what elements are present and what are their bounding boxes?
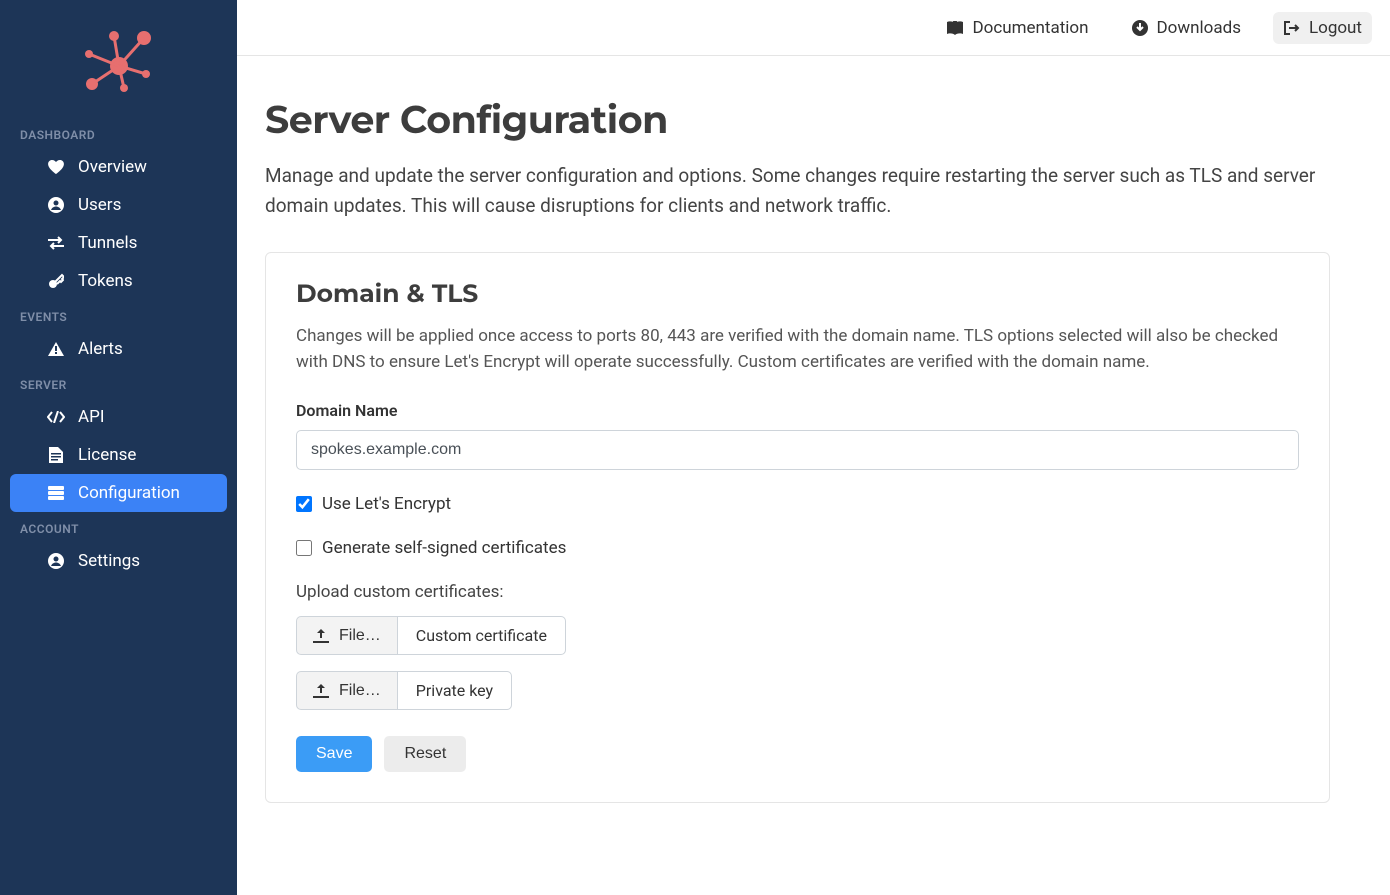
key-file-row: File… Private key <box>296 671 1299 710</box>
server-icon <box>46 486 66 500</box>
lets-encrypt-row: Use Let's Encrypt <box>296 494 1299 514</box>
page-description: Manage and update the server configurati… <box>265 161 1325 222</box>
file-icon <box>46 447 66 463</box>
transfer-icon <box>46 236 66 250</box>
lets-encrypt-label: Use Let's Encrypt <box>322 494 451 514</box>
cert-file-name: Custom certificate <box>397 616 566 655</box>
upload-icon <box>313 629 329 643</box>
key-icon <box>46 273 66 289</box>
sidebar: DASHBOARD Overview Users Tunnels Tokens … <box>0 0 237 895</box>
downloads-label: Downloads <box>1157 18 1241 38</box>
download-icon <box>1131 20 1149 36</box>
sidebar-item-label: Tokens <box>78 271 133 291</box>
sidebar-item-label: API <box>78 407 104 427</box>
sidebar-item-label: Overview <box>78 157 147 177</box>
book-icon <box>946 21 964 35</box>
reset-button[interactable]: Reset <box>384 736 466 772</box>
code-icon <box>46 411 66 423</box>
topbar: Documentation Downloads Logout <box>237 0 1390 56</box>
upload-label: Upload custom certificates: <box>296 582 1299 602</box>
cert-file-row: File… Custom certificate <box>296 616 1299 655</box>
file-button-label: File… <box>339 682 381 700</box>
sidebar-item-license[interactable]: License <box>10 436 227 474</box>
domain-name-label: Domain Name <box>296 401 1299 420</box>
file-button-label: File… <box>339 627 381 645</box>
page-title: Server Configuration <box>265 96 1330 143</box>
domain-tls-card: Domain & TLS Changes will be applied onc… <box>265 252 1330 804</box>
sidebar-item-label: Configuration <box>78 483 180 503</box>
sidebar-item-label: Tunnels <box>78 233 137 253</box>
main: Documentation Downloads Logout Server Co… <box>237 0 1390 895</box>
sidebar-item-label: Settings <box>78 551 140 571</box>
user-circle-icon <box>46 197 66 213</box>
logout-label: Logout <box>1309 18 1362 38</box>
self-signed-checkbox[interactable] <box>296 540 312 556</box>
sidebar-item-tunnels[interactable]: Tunnels <box>10 224 227 262</box>
key-file-button[interactable]: File… <box>296 671 397 710</box>
sidebar-item-label: Users <box>78 195 121 215</box>
sidebar-item-settings[interactable]: Settings <box>10 542 227 580</box>
cert-file-button[interactable]: File… <box>296 616 397 655</box>
downloads-link[interactable]: Downloads <box>1121 12 1251 44</box>
content: Server Configuration Manage and update t… <box>237 56 1390 843</box>
warning-icon <box>46 342 66 356</box>
documentation-link[interactable]: Documentation <box>936 12 1098 44</box>
sidebar-item-alerts[interactable]: Alerts <box>10 330 227 368</box>
sidebar-item-tokens[interactable]: Tokens <box>10 262 227 300</box>
documentation-label: Documentation <box>972 18 1088 38</box>
heartbeat-icon <box>46 160 66 174</box>
save-button[interactable]: Save <box>296 736 372 772</box>
card-description: Changes will be applied once access to p… <box>296 323 1299 376</box>
self-signed-row: Generate self-signed certificates <box>296 538 1299 558</box>
sidebar-item-users[interactable]: Users <box>10 186 227 224</box>
card-title: Domain & TLS <box>296 279 1299 309</box>
upload-icon <box>313 684 329 698</box>
sidebar-item-configuration[interactable]: Configuration <box>10 474 227 512</box>
logout-button[interactable]: Logout <box>1273 12 1372 44</box>
sidebar-item-api[interactable]: API <box>10 398 227 436</box>
sidebar-item-label: Alerts <box>78 339 123 359</box>
sidebar-heading-dashboard: DASHBOARD <box>0 118 237 148</box>
self-signed-label: Generate self-signed certificates <box>322 538 566 558</box>
sidebar-heading-events: EVENTS <box>0 300 237 330</box>
sidebar-heading-account: ACCOUNT <box>0 512 237 542</box>
user-circle-icon <box>46 553 66 569</box>
button-row: Save Reset <box>296 736 1299 772</box>
domain-name-input[interactable] <box>296 430 1299 470</box>
logo <box>0 18 237 118</box>
sidebar-item-label: License <box>78 445 136 465</box>
sidebar-item-overview[interactable]: Overview <box>10 148 227 186</box>
logout-icon <box>1283 21 1301 35</box>
logo-icon <box>74 26 164 96</box>
key-file-name: Private key <box>397 671 512 710</box>
lets-encrypt-checkbox[interactable] <box>296 496 312 512</box>
sidebar-heading-server: SERVER <box>0 368 237 398</box>
